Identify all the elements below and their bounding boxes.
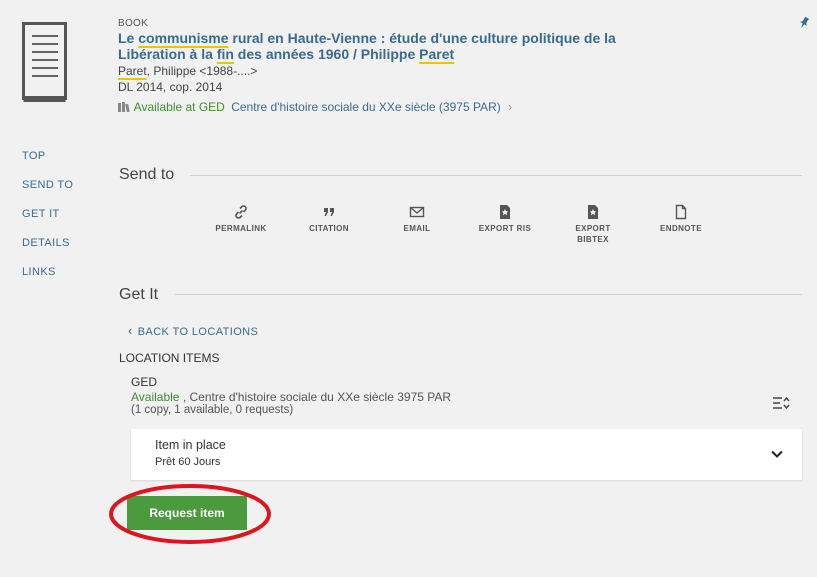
export-bibtex-label-1: EXPORT xyxy=(575,224,611,233)
nav-get-it[interactable]: GET IT xyxy=(22,208,60,220)
location-items-heading: LOCATION ITEMS xyxy=(119,351,220,365)
citation-label: CITATION xyxy=(309,224,349,233)
get-it-heading: Get It xyxy=(119,286,159,303)
envelope-icon xyxy=(409,206,425,218)
email-label: EMAIL xyxy=(403,224,431,233)
record-date: DL 2014, cop. 2014 xyxy=(118,80,223,94)
item-card[interactable]: Item in place Prêt 60 Jours xyxy=(131,429,802,480)
endnote-button[interactable]: ENDNOTE xyxy=(646,204,716,234)
permalink-label: PERMALINK xyxy=(215,224,267,233)
nav-send-to[interactable]: SEND TO xyxy=(22,179,73,191)
pin-icon[interactable] xyxy=(797,16,811,30)
location-status: Available xyxy=(131,390,180,404)
file-export-icon xyxy=(500,205,510,219)
title-part: Le xyxy=(118,30,139,46)
endnote-label: ENDNOTE xyxy=(660,224,702,233)
annotation-ellipse xyxy=(109,484,271,544)
author-rest: , Philippe <1988-....> xyxy=(146,64,258,78)
title-highlight: fin xyxy=(216,46,234,62)
back-to-locations-link[interactable]: ‹ BACK TO LOCATIONS xyxy=(128,323,258,338)
title-part: des années 1960 / Philippe xyxy=(233,46,420,62)
nav-details[interactable]: DETAILS xyxy=(22,237,70,249)
export-bibtex-button[interactable]: EXPORT BIBTEX xyxy=(558,204,628,245)
nav-top[interactable]: TOP xyxy=(22,150,46,162)
section-divider xyxy=(190,175,802,176)
availability-location: Centre d'histoire sociale du XXe siècle … xyxy=(231,100,501,114)
file-icon xyxy=(675,204,687,220)
filter-sort-icon[interactable] xyxy=(772,395,790,411)
resource-type: BOOK xyxy=(118,18,149,29)
item-status: Item in place xyxy=(155,438,226,452)
quote-icon xyxy=(324,208,334,216)
chevron-right-icon: › xyxy=(508,100,513,114)
book-cover-icon xyxy=(22,22,67,102)
export-bibtex-label-2: BIBTEX xyxy=(577,235,609,244)
send-to-heading: Send to xyxy=(119,166,175,183)
back-label: BACK TO LOCATIONS xyxy=(137,326,259,338)
nav-links[interactable]: LINKS xyxy=(22,266,56,278)
title-highlight: Paret xyxy=(419,46,455,62)
export-ris-label: EXPORT RIS xyxy=(478,224,532,233)
author-highlight: Paret xyxy=(118,64,147,78)
location-detail: Available , Centre d'histoire sociale du… xyxy=(131,390,451,404)
record-title[interactable]: Le communisme rural en Haute-Vienne : ét… xyxy=(118,30,638,62)
link-icon xyxy=(235,205,247,219)
record-author: Paret, Philippe <1988-....> xyxy=(118,64,257,78)
title-highlight: communisme xyxy=(138,30,229,46)
item-policy: Prêt 60 Jours xyxy=(155,456,221,468)
file-export-icon xyxy=(588,205,598,219)
permalink-button[interactable]: PERMALINK xyxy=(206,204,276,234)
library-name: GED xyxy=(131,375,158,389)
book-shelf-icon xyxy=(118,102,130,113)
chevron-down-icon[interactable] xyxy=(770,447,784,461)
export-ris-button[interactable]: EXPORT RIS xyxy=(470,204,540,234)
chevron-left-icon: ‹ xyxy=(128,323,133,338)
email-button[interactable]: EMAIL xyxy=(382,204,452,234)
availability-status: Available at GED xyxy=(133,100,225,114)
location-name: , Centre d'histoire sociale du XXe siècl… xyxy=(179,390,452,404)
citation-button[interactable]: CITATION xyxy=(294,204,364,234)
location-counts: (1 copy, 1 available, 0 requests) xyxy=(131,404,294,416)
section-divider xyxy=(175,294,802,295)
availability-line[interactable]: Available at GED Centre d'histoire socia… xyxy=(118,100,512,114)
